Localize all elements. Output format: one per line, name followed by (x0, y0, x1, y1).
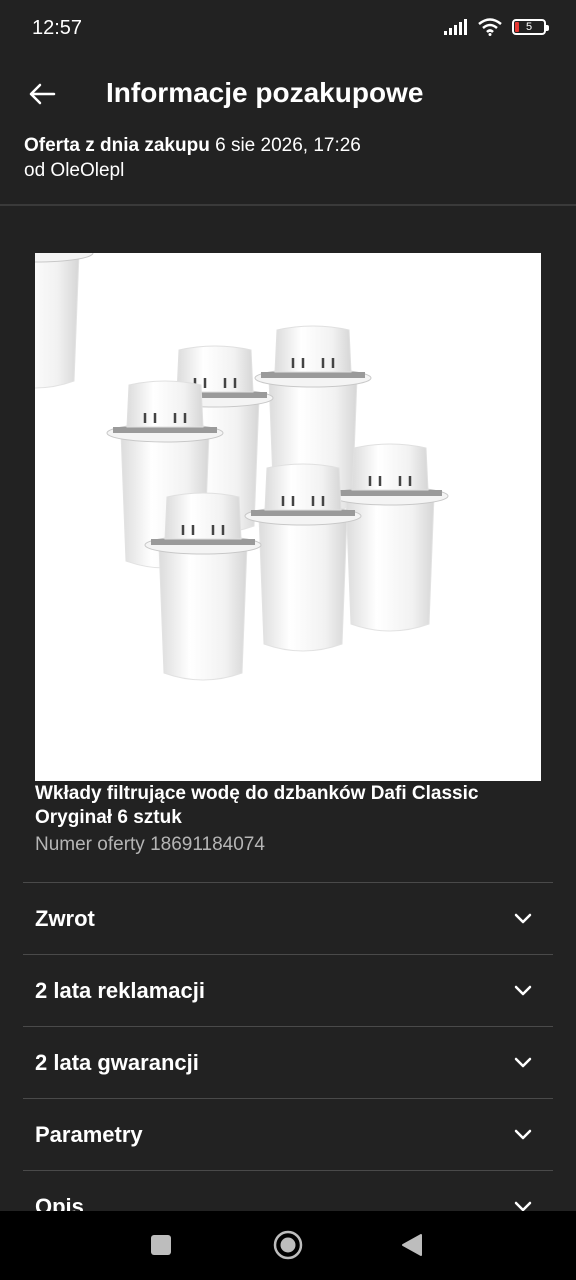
status-bar: 12:57 5 (0, 0, 576, 60)
accordion-item-reklamacja[interactable]: 2 lata reklamacji (23, 954, 553, 1026)
product-image[interactable] (35, 253, 541, 781)
offer-info: Oferta z dnia zakupu 6 sie 2026, 17:26 o… (24, 133, 361, 183)
wifi-icon (478, 18, 502, 36)
chevron-down-icon (514, 913, 532, 924)
accordion-label: Zwrot (35, 906, 95, 931)
chevron-down-icon (514, 1057, 532, 1068)
offer-date-label: Oferta z dnia zakupu (24, 135, 210, 156)
page-title: Informacje pozakupowe (106, 77, 424, 108)
system-nav-bar (0, 1211, 576, 1280)
accordion-label: Parametry (35, 1122, 143, 1147)
filter-cartridges-illustration (35, 253, 541, 781)
battery-level: 5 (525, 21, 533, 33)
accordion-item-parametry[interactable]: Parametry (23, 1098, 553, 1170)
battery-icon: 5 (512, 19, 549, 35)
accordion-item-zwrot[interactable]: Zwrot (23, 882, 553, 954)
status-time: 12:57 (32, 17, 83, 39)
nav-back-button[interactable] (401, 1233, 423, 1257)
product-title: Wkłady filtrujące wodę do dzbanków Dafi … (35, 783, 479, 828)
chevron-down-icon (514, 985, 532, 996)
chevron-down-icon (514, 1129, 532, 1140)
back-button[interactable] (22, 74, 62, 114)
app-bar: Informacje pozakupowe (0, 60, 576, 126)
accordion-label: 2 lata gwarancji (35, 1050, 199, 1075)
offer-date-value: 6 sie 2026, 17:26 (215, 135, 361, 156)
accordion-item-gwarancja[interactable]: 2 lata gwarancji (23, 1026, 553, 1098)
signal-icon (444, 19, 467, 35)
status-icons: 5 (444, 18, 549, 36)
divider (0, 204, 576, 206)
accordion-label: 2 lata reklamacji (35, 978, 206, 1003)
accordion: Zwrot 2 lata reklamacji 2 lata gwarancji… (23, 882, 553, 1242)
offer-seller: od OleOlepl (24, 160, 125, 181)
home-button[interactable] (273, 1230, 303, 1260)
recents-button[interactable] (151, 1235, 171, 1255)
arrow-left-icon (29, 83, 56, 105)
offer-number: Numer oferty 18691184074 (35, 834, 265, 855)
